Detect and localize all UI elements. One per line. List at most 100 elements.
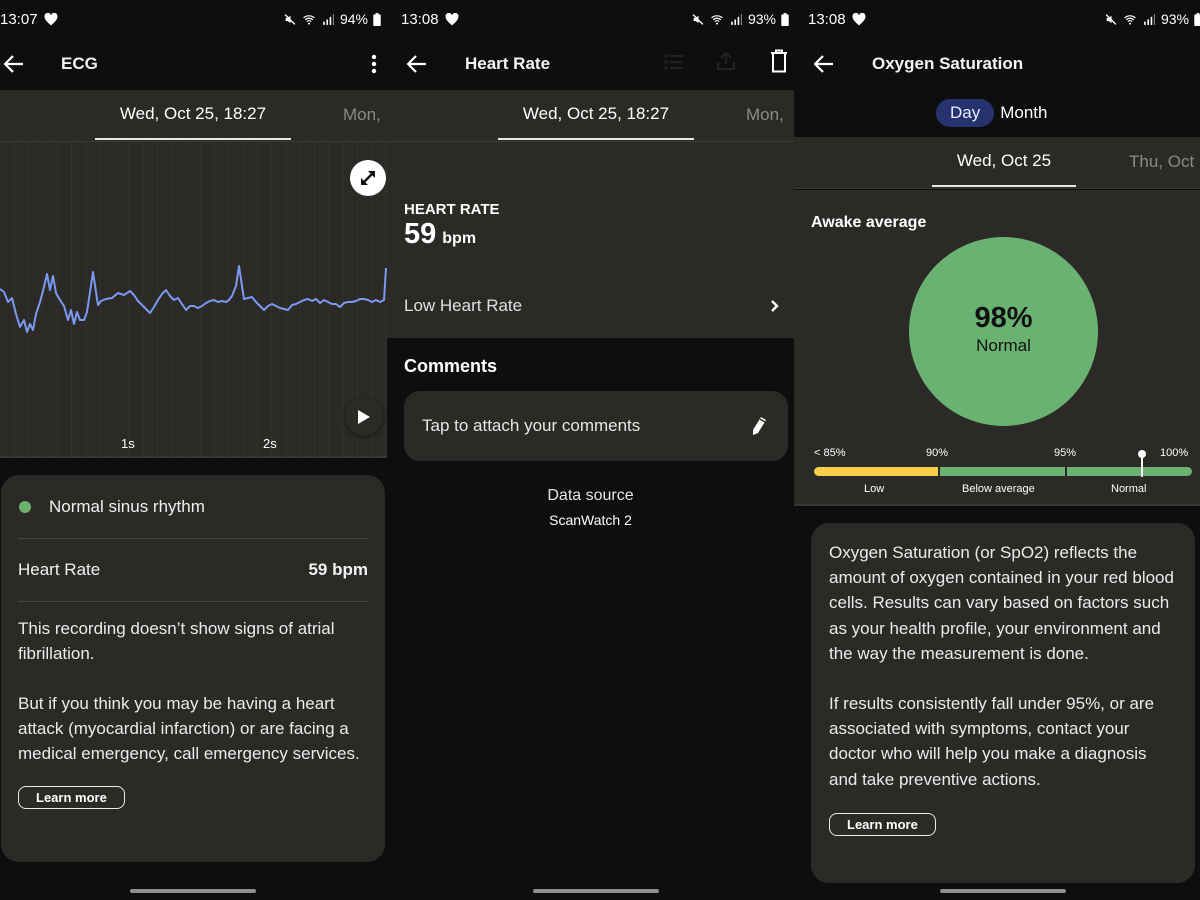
status-time: 13:07 (0, 10, 38, 28)
battery-icon (373, 12, 381, 26)
battery-level: 93% (1160, 11, 1189, 27)
back-button[interactable] (403, 50, 431, 78)
date-next[interactable]: Thu, Oct (1129, 137, 1194, 187)
page-title: Oxygen Saturation (872, 54, 1024, 73)
scale-threshold-90: 90% (926, 447, 949, 459)
play-icon (358, 410, 370, 424)
spo2-value-circle: 98% Normal (909, 237, 1098, 426)
arrow-left-icon (814, 55, 833, 73)
ecg-tick-1s: 1s (121, 436, 135, 451)
scale-label-normal: Normal (1111, 483, 1147, 495)
home-indicator[interactable] (130, 889, 256, 893)
share-icon (716, 51, 736, 71)
app-bar: ECG (0, 38, 387, 90)
date-current[interactable]: Wed, Oct 25, 18:27 (95, 90, 291, 140)
status-time: 13:08 (401, 10, 439, 28)
wifi-icon (1124, 14, 1136, 25)
battery-level: 93% (747, 11, 776, 27)
battery-icon (1194, 12, 1200, 26)
wifi-icon (303, 14, 315, 25)
data-source-label: Data source (547, 487, 634, 504)
back-button[interactable] (810, 50, 838, 78)
status-time: 13:08 (808, 10, 846, 28)
trash-icon (771, 49, 787, 73)
scale-marker-dot (1138, 450, 1146, 458)
toggle-day[interactable]: Day (936, 99, 995, 127)
comment-placeholder: Tap to attach your comments (422, 416, 641, 435)
awake-average-label: Awake average (811, 214, 927, 231)
page-title: ECG (61, 54, 98, 73)
heart-icon (445, 12, 458, 25)
share-button[interactable] (714, 49, 738, 73)
heart-icon (852, 12, 865, 25)
mute-icon (692, 13, 704, 25)
scale-label-below-average: Below average (962, 483, 1035, 495)
arrow-left-icon (4, 55, 23, 73)
low-heart-rate-link[interactable]: Low Heart Rate (404, 289, 780, 323)
expand-diagonal-icon (361, 171, 375, 185)
oxygen-saturation-screen: 13:08 93% Oxygen Saturation Day Month We… (794, 0, 1200, 900)
data-source-value: ScanWatch 2 (549, 512, 632, 528)
mute-icon (284, 13, 296, 25)
result-paragraph-1: This recording doesn’t show signs of atr… (18, 619, 335, 663)
more-options-button[interactable] (364, 50, 384, 78)
pencil-icon (753, 417, 766, 435)
back-button[interactable] (0, 50, 28, 78)
signal-icon (323, 13, 334, 25)
scale-segment-below-average (940, 467, 1065, 476)
signal-icon (731, 13, 742, 25)
comment-input[interactable]: Tap to attach your comments (404, 391, 788, 461)
date-current[interactable]: Wed, Oct 25, 18:27 (498, 90, 694, 140)
home-indicator[interactable] (940, 889, 1066, 893)
date-navigator: Wed, Oct 25, 18:27 Mon, (387, 90, 794, 142)
battery-icon (781, 12, 789, 26)
heart-icon (44, 12, 57, 25)
play-button[interactable] (345, 398, 383, 436)
heart-rate-value: 59 bpm (308, 560, 368, 579)
ecg-chart[interactable] (0, 142, 387, 458)
toggle-month[interactable]: Month (1000, 99, 1061, 127)
spo2-summary: Awake average 98% Normal < 85% 90% 95% 1… (794, 190, 1200, 506)
comments-title: Comments (404, 356, 498, 376)
rhythm-status-dot (19, 500, 31, 513)
arrow-left-icon (407, 55, 426, 73)
scale-threshold-95: 95% (1054, 447, 1077, 459)
date-navigator: Wed, Oct 25 Thu, Oct (794, 137, 1200, 189)
measurement-label: HEART RATE (404, 201, 500, 218)
learn-more-button[interactable]: Learn more (829, 812, 936, 836)
wifi-icon (711, 14, 723, 25)
scale-threshold-85: < 85% (814, 447, 846, 459)
more-vertical-icon (371, 54, 377, 74)
scale-marker-line (1141, 456, 1143, 477)
info-paragraph-2: If results consistently fall under 95%, … (829, 694, 1155, 789)
list-icon (664, 54, 683, 70)
ecg-screen: 13:07 94% ECG Wed, Oct 25, 18:27 Mon, 1s… (0, 0, 387, 900)
spo2-status: Normal (976, 335, 1031, 355)
scale-segment-low (814, 467, 938, 476)
low-heart-rate-label: Low Heart Rate (404, 296, 523, 315)
scale-label-low: Low (864, 483, 885, 495)
date-navigator: Wed, Oct 25, 18:27 Mon, (0, 90, 387, 142)
ecg-trace-svg (0, 142, 387, 458)
date-next[interactable]: Mon, (746, 90, 784, 140)
delete-button[interactable] (767, 47, 791, 75)
ecg-result-card: Normal sinus rhythm Heart Rate 59 bpm Th… (1, 475, 385, 862)
status-bar: 13:08 93% (794, 0, 1200, 38)
battery-level: 94% (339, 11, 368, 27)
spo2-info-card: Oxygen Saturation (or SpO2) reflects the… (811, 523, 1195, 883)
chevron-right-icon (771, 300, 779, 312)
app-bar: Oxygen Saturation (794, 38, 1200, 90)
info-paragraph-1: Oxygen Saturation (or SpO2) reflects the… (829, 543, 1174, 663)
list-button[interactable] (662, 50, 686, 74)
spo2-scale: < 85% 90% 95% 100% Low Below average Nor… (794, 440, 1200, 500)
home-indicator[interactable] (533, 889, 659, 893)
fullscreen-button[interactable] (350, 160, 386, 196)
heart-rate-row: Heart Rate 59 bpm (18, 539, 368, 602)
learn-more-button[interactable]: Learn more (18, 786, 125, 809)
date-current[interactable]: Wed, Oct 25 (932, 137, 1076, 187)
heart-rate-unit: bpm (442, 230, 477, 247)
status-bar: 13:08 93% (387, 0, 794, 38)
measurement-value: 59 bpm (404, 218, 476, 251)
ecg-trace (0, 265, 387, 333)
date-next[interactable]: Mon, (343, 90, 381, 140)
